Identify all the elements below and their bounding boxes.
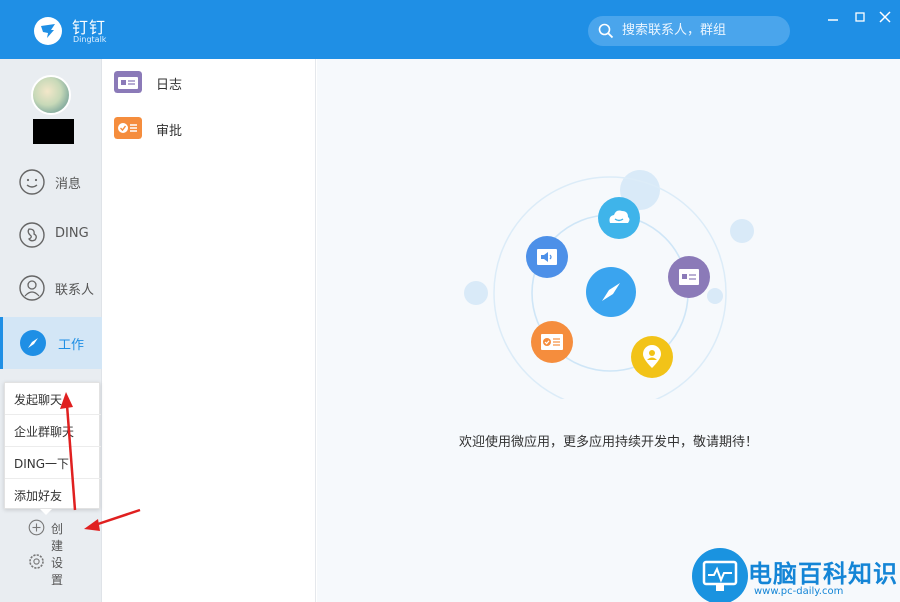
watermark-url: www.pc-daily.com bbox=[754, 586, 844, 597]
watermark-title: 电脑百科知识 bbox=[748, 560, 898, 588]
annotation-arrows bbox=[60, 392, 141, 531]
watermark: 电脑百科知识 www.pc-daily.com bbox=[692, 546, 900, 602]
monitor-logo-icon bbox=[692, 548, 748, 602]
